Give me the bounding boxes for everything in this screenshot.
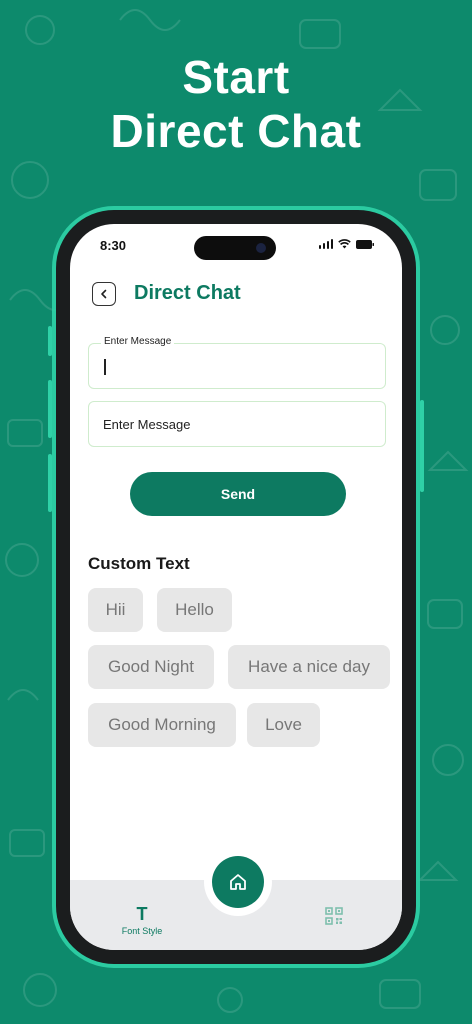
custom-text-title: Custom Text xyxy=(88,554,190,573)
qr-code-icon xyxy=(325,907,343,925)
battery-icon xyxy=(356,240,374,249)
send-button[interactable]: Send xyxy=(130,472,346,516)
side-button-volume-down xyxy=(48,454,52,512)
chip-have-a-nice-day[interactable]: Have a nice day xyxy=(228,645,390,689)
phone-screen: 8:30 Direct Chat Enter Message Enter Mes… xyxy=(70,224,402,950)
home-button[interactable] xyxy=(212,856,264,908)
message-input-label: Enter Message xyxy=(101,336,175,347)
status-time: 8:30 xyxy=(100,238,127,253)
chip-good-morning[interactable]: Good Morning xyxy=(88,703,236,747)
message-input[interactable]: Enter Message xyxy=(88,336,386,389)
side-button-power xyxy=(420,400,424,492)
tab-qr-code[interactable] xyxy=(324,906,344,931)
promo-line-1: Start xyxy=(182,51,290,103)
status-icons xyxy=(318,239,374,249)
camera-icon xyxy=(256,243,266,253)
second-message-placeholder: Enter Message xyxy=(103,417,191,432)
dynamic-island xyxy=(194,236,276,260)
signal-icon xyxy=(318,239,333,249)
chip-hello[interactable]: Hello xyxy=(157,588,232,632)
second-message-input[interactable]: Enter Message xyxy=(88,401,386,447)
chip-love[interactable]: Love xyxy=(247,703,320,747)
back-button[interactable] xyxy=(92,282,116,306)
promo-headline: Start Direct Chat xyxy=(0,50,472,158)
chevron-left-icon xyxy=(101,289,107,299)
text-caret xyxy=(104,359,106,375)
home-icon xyxy=(230,874,246,890)
tab-font-style[interactable]: T Font Style xyxy=(114,904,170,936)
side-button-mute xyxy=(48,326,52,356)
font-style-icon: T xyxy=(136,904,148,924)
promo-line-2: Direct Chat xyxy=(110,105,362,157)
wifi-icon xyxy=(338,239,351,249)
chip-hii[interactable]: Hii xyxy=(88,588,143,632)
chip-good-night[interactable]: Good Night xyxy=(88,645,214,689)
side-button-volume-up xyxy=(48,380,52,438)
font-style-label: Font Style xyxy=(121,926,163,936)
page-title: Direct Chat xyxy=(134,282,241,304)
